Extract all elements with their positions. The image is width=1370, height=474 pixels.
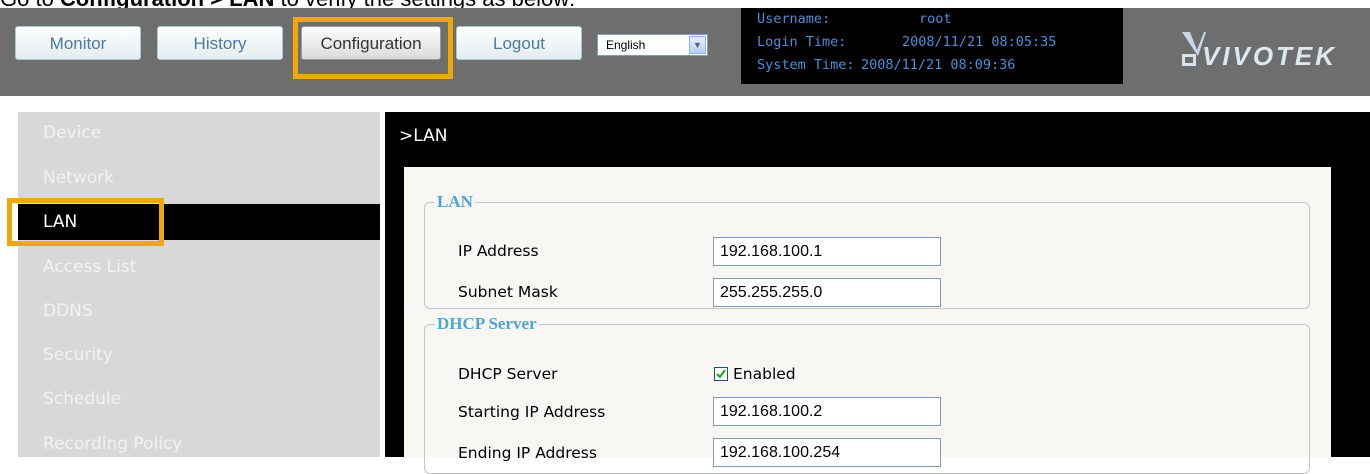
login-time-row: Login Time: 2008/11/21 08:05:35 xyxy=(757,34,1056,50)
sidebar-item-access-list[interactable]: Access List xyxy=(18,249,380,285)
login-time-value: 2008/11/21 08:05:35 xyxy=(902,34,1057,50)
sidebar-item-network[interactable]: Network xyxy=(18,160,380,196)
sidebar-menu: Device Network LAN Access List DDNS Secu… xyxy=(18,112,380,457)
ending-ip-label: Ending IP Address xyxy=(458,444,597,462)
logo-text: VIVOTEK xyxy=(1202,41,1336,70)
vivotek-logo: VIVOTEK xyxy=(1182,32,1336,70)
starting-ip-input[interactable]: 192.168.100.2 xyxy=(713,397,941,426)
lan-legend: LAN xyxy=(437,192,473,211)
dhcp-enabled-checkbox[interactable] xyxy=(714,367,728,381)
subnet-mask-input[interactable]: 255.255.255.0 xyxy=(713,278,941,307)
logout-button[interactable]: Logout xyxy=(456,26,582,60)
sidebar-item-lan[interactable]: LAN xyxy=(18,204,380,240)
system-time-label: System Time: xyxy=(757,57,855,73)
checkmark-icon xyxy=(716,369,726,379)
page-title: >LAN xyxy=(399,126,448,146)
settings-panel: LAN IP Address 192.168.100.1 Subnet Mask… xyxy=(404,167,1331,474)
main-content: >LAN LAN IP Address 192.168.100.1 Subnet… xyxy=(385,112,1370,474)
login-time-label: Login Time: xyxy=(757,34,847,50)
history-button[interactable]: History xyxy=(157,26,283,60)
username-label: Username: xyxy=(757,11,831,27)
chevron-down-icon[interactable]: ▼ xyxy=(689,36,706,54)
ending-ip-input[interactable]: 192.168.100.254 xyxy=(713,438,941,467)
starting-ip-label: Starting IP Address xyxy=(458,403,606,421)
configuration-button[interactable]: Configuration xyxy=(301,26,441,60)
username-value: root xyxy=(919,11,952,27)
system-time-row: System Time: 2008/11/21 08:09:36 xyxy=(757,57,1015,73)
lan-fieldset: LAN IP Address 192.168.100.1 Subnet Mask… xyxy=(424,192,1310,309)
top-toolbar: Monitor History Configuration Logout Eng… xyxy=(0,8,1370,96)
dhcp-fieldset: DHCP Server DHCP Server Enabled Starting… xyxy=(424,314,1310,474)
username-row: Username: root xyxy=(757,11,952,27)
sidebar-item-schedule[interactable]: Schedule xyxy=(18,381,380,417)
subnet-mask-label: Subnet Mask xyxy=(458,283,558,301)
dhcp-server-label: DHCP Server xyxy=(458,365,558,383)
language-select[interactable]: English ▼ xyxy=(597,34,708,56)
sidebar-item-security[interactable]: Security xyxy=(18,337,380,373)
status-panel: Username: root Login Time: 2008/11/21 08:0… xyxy=(741,8,1123,84)
sidebar-item-ddns[interactable]: DDNS xyxy=(18,293,380,329)
dhcp-enabled-label[interactable]: Enabled xyxy=(733,365,796,383)
dhcp-legend: DHCP Server xyxy=(437,314,537,333)
monitor-button[interactable]: Monitor xyxy=(15,26,141,60)
system-time-value: 2008/11/21 08:09:36 xyxy=(861,57,1016,73)
language-selected-value: English xyxy=(606,38,646,52)
ip-address-input[interactable]: 192.168.100.1 xyxy=(713,237,941,266)
ip-address-label: IP Address xyxy=(458,242,539,260)
sidebar-item-device[interactable]: Device xyxy=(18,115,380,151)
